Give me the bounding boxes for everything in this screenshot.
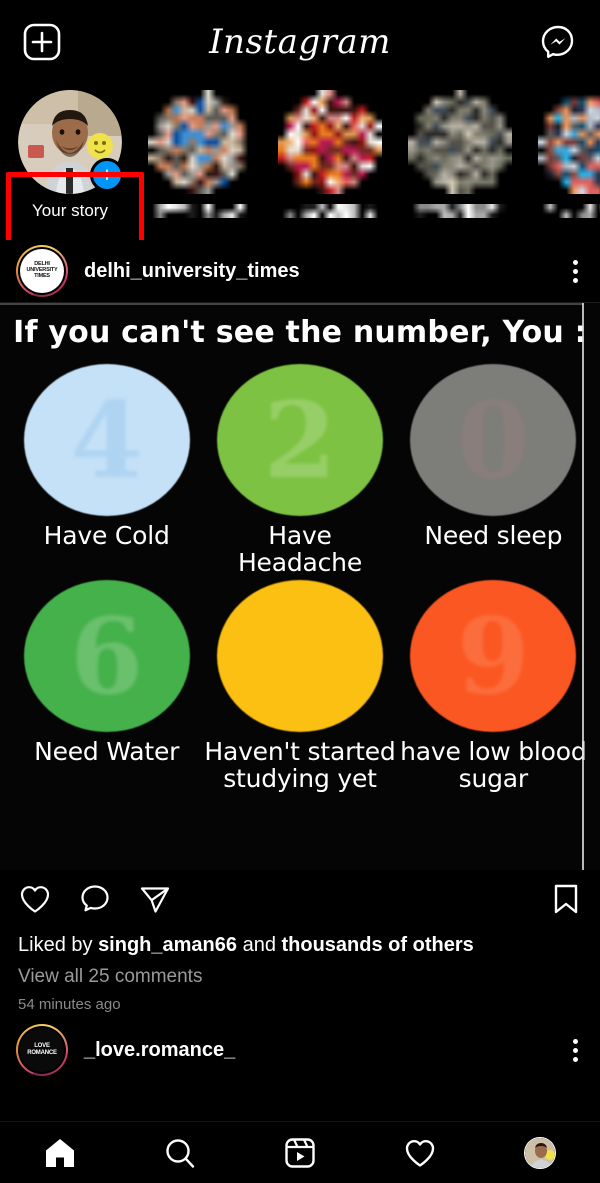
circle-cell-2: 0 Need sleep — [397, 364, 590, 576]
circle-label-3: Need Water — [34, 737, 180, 766]
nav-reels[interactable] — [270, 1130, 330, 1176]
hidden-number-5: 9 — [456, 593, 530, 718]
top-app-bar: Instagram — [0, 0, 600, 84]
comment-icon — [81, 885, 109, 912]
post-avatar-image: DELHI UNIVERSITY TIMES — [20, 249, 64, 293]
pixelated-story-thumb — [538, 90, 600, 194]
media-right-edge — [582, 303, 584, 870]
home-icon — [46, 1138, 74, 1167]
your-story-avatar-wrap[interactable]: + — [18, 90, 124, 194]
nav-home[interactable] — [30, 1130, 90, 1176]
messenger-button[interactable] — [538, 22, 578, 62]
post-header: DELHI UNIVERSITY TIMES delhi_university_… — [0, 240, 600, 302]
post-media[interactable]: If you can't see the number, You : 4 Hav… — [0, 302, 600, 870]
save-button[interactable] — [550, 882, 582, 916]
bookmark-icon — [554, 884, 578, 914]
hidden-number-2: 0 — [456, 377, 530, 502]
like-button[interactable] — [18, 882, 52, 916]
pixelated-story-thumb — [278, 90, 382, 194]
liked-by-username[interactable]: singh_aman66 — [98, 934, 237, 956]
post-action-bar — [0, 870, 600, 928]
pixelated-story-thumb — [408, 90, 512, 194]
instagram-feed-screen: Instagram + Your story DELHI UNIVERSITY … — [0, 0, 600, 1183]
post-options-button-2[interactable] — [573, 1038, 584, 1062]
circle-cell-5: 9 have low blood sugar — [397, 580, 590, 792]
pixelated-story-label — [408, 204, 512, 218]
story-item-censored-2[interactable] — [274, 84, 386, 218]
post-username[interactable]: delhi_university_times — [84, 260, 557, 283]
circle-cell-0: 4 Have Cold — [10, 364, 203, 576]
color-circle-0: 4 — [23, 364, 190, 516]
post-avatar-ring[interactable]: DELHI UNIVERSITY TIMES — [16, 245, 68, 297]
post-avatar-image-2: LOVE ROMANCE — [20, 1028, 64, 1072]
post-timestamp: 54 minutes ago — [18, 996, 121, 1013]
censored-avatar-wrap-1 — [148, 90, 252, 194]
post-caption-block: Liked by singh_aman66 and thousands of o… — [0, 928, 600, 1013]
circle-label-5: have low blood sugar — [400, 737, 587, 793]
pixelated-story-label — [538, 204, 600, 218]
media-top-edge — [0, 303, 584, 305]
color-circle-5: 9 — [410, 580, 577, 732]
share-button[interactable] — [138, 882, 172, 916]
nav-profile[interactable] — [510, 1130, 570, 1176]
color-circle-1: 2 — [216, 364, 383, 516]
view-all-comments-link[interactable]: View all 25 comments — [18, 966, 582, 988]
add-post-button[interactable] — [22, 22, 62, 62]
messenger-icon — [541, 25, 574, 58]
post-avatar-text: DELHI UNIVERSITY TIMES — [26, 261, 58, 279]
color-circle-2: 0 — [410, 364, 577, 516]
post-username-2[interactable]: _love.romance_ — [84, 1039, 557, 1062]
pixelated-story-label — [278, 204, 382, 218]
post-header-2: LOVE ROMANCE _love.romance_ — [0, 1019, 600, 1081]
more-options-icon — [573, 1038, 578, 1044]
circle-label-1: Have Headache — [237, 521, 363, 577]
reels-icon — [285, 1137, 315, 1168]
censored-avatar-wrap-2 — [278, 90, 382, 194]
liked-by-line: Liked by singh_aman66 and thousands of o… — [18, 930, 582, 960]
hidden-number-1: 2 — [263, 377, 337, 502]
circle-cell-4: Haven't started studying yet — [203, 580, 396, 792]
instagram-wordmark: Instagram — [209, 22, 391, 62]
pixelated-story-label — [148, 204, 252, 218]
circle-label-4: Haven't started studying yet — [204, 737, 396, 793]
more-options-icon — [573, 259, 578, 265]
circle-cell-3: 6 Need Water — [10, 580, 203, 792]
liked-by-others[interactable]: thousands of others — [282, 934, 474, 956]
media-title: If you can't see the number, You : — [13, 315, 587, 350]
nav-search[interactable] — [150, 1130, 210, 1176]
bottom-navigation-bar — [0, 1121, 600, 1183]
nav-activity[interactable] — [390, 1130, 450, 1176]
color-circle-grid: 4 Have Cold 2 Have Headache 0 Need sleep… — [0, 350, 600, 792]
censored-avatar-wrap-4 — [538, 90, 600, 194]
search-icon — [166, 1138, 195, 1168]
liked-by-prefix: Liked by — [18, 934, 99, 956]
story-label-your-story: Your story — [32, 201, 108, 220]
liked-by-middle: and — [237, 934, 282, 956]
story-your-story[interactable]: + Your story — [14, 84, 126, 221]
circle-label-0: Have Cold — [43, 521, 170, 550]
heart-icon — [405, 1139, 435, 1167]
post-options-button[interactable] — [573, 259, 584, 283]
comment-button[interactable] — [78, 882, 112, 916]
plus-square-icon — [23, 23, 61, 61]
hidden-number-3: 6 — [70, 593, 144, 718]
hidden-number-0: 4 — [70, 377, 144, 502]
heart-icon — [20, 886, 50, 913]
story-item-censored-1[interactable] — [144, 84, 256, 218]
share-icon — [140, 887, 170, 913]
pixelated-story-thumb — [148, 90, 252, 194]
story-item-censored-4[interactable] — [534, 84, 600, 218]
circle-cell-1: 2 Have Headache — [203, 364, 396, 576]
stories-tray[interactable]: + Your story — [0, 84, 600, 240]
story-item-censored-3[interactable] — [404, 84, 516, 218]
profile-avatar-photo — [525, 1137, 555, 1168]
post-avatar-text-2: LOVE ROMANCE — [27, 1043, 57, 1056]
circle-label-2: Need sleep — [424, 521, 563, 550]
color-circle-3: 6 — [23, 580, 190, 732]
color-circle-4 — [216, 580, 383, 732]
post-avatar-ring-2[interactable]: LOVE ROMANCE — [16, 1024, 68, 1076]
censored-avatar-wrap-3 — [408, 90, 512, 194]
profile-avatar — [524, 1136, 556, 1169]
add-to-story-badge[interactable]: + — [90, 158, 124, 192]
